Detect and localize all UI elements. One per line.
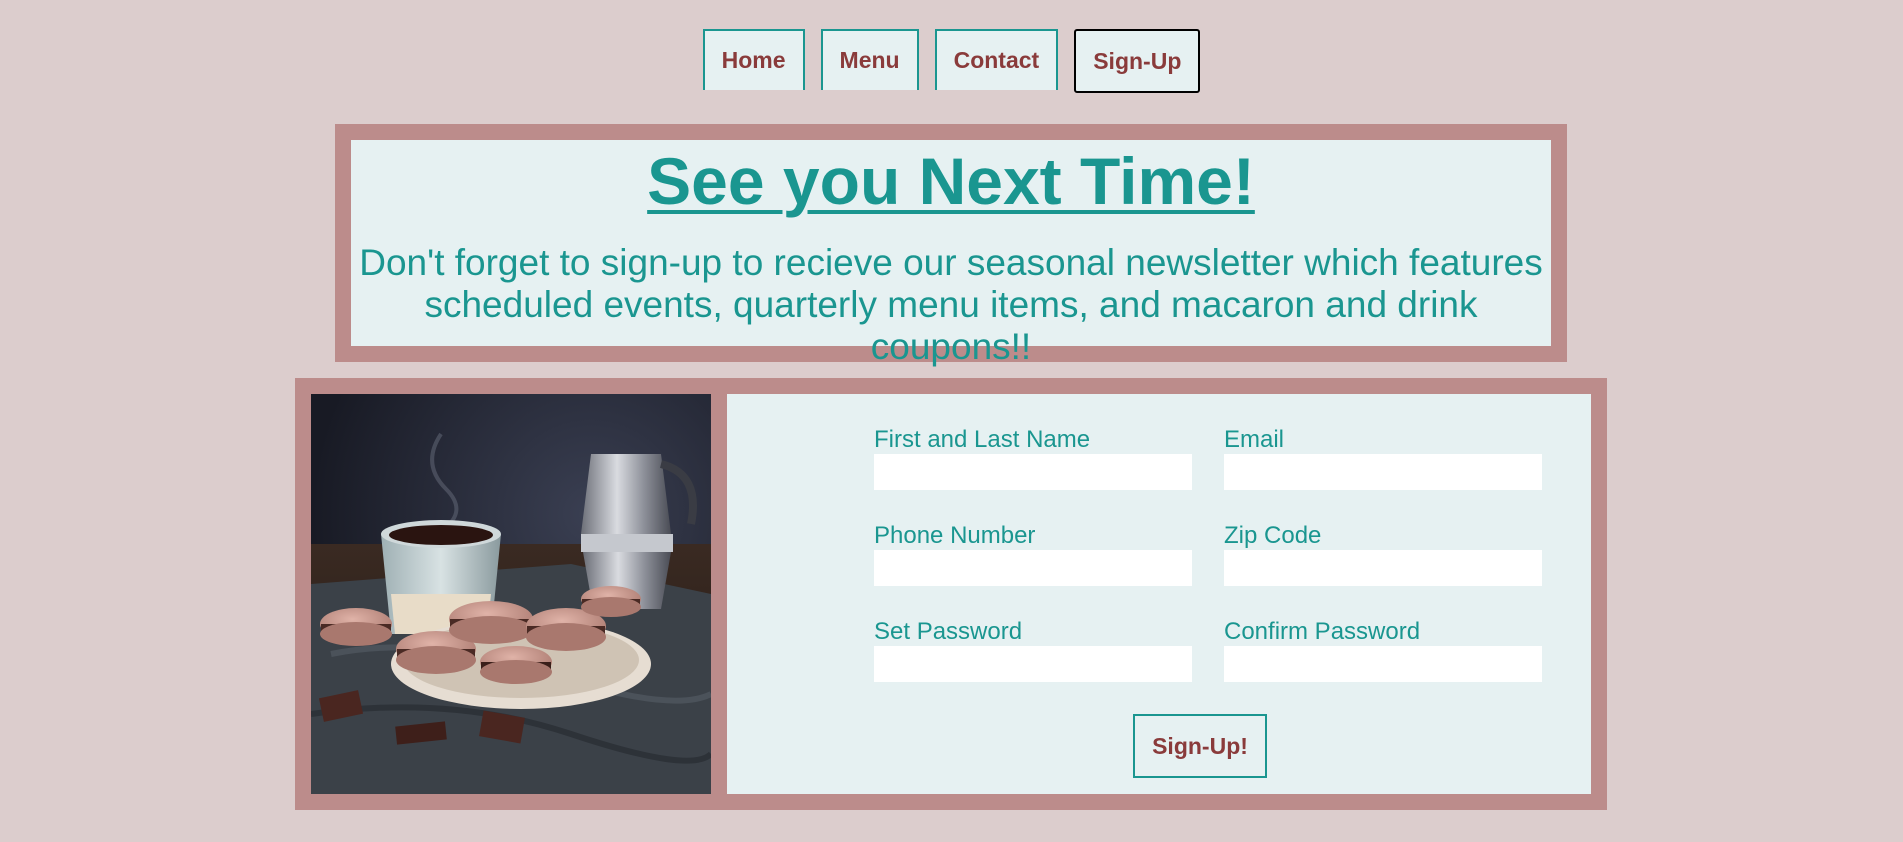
name-input[interactable] — [874, 454, 1192, 490]
password-input[interactable] — [874, 646, 1192, 682]
nav-menu-button[interactable]: Menu — [820, 29, 919, 90]
macarons-coffee-photo — [311, 394, 711, 794]
zip-input[interactable] — [1224, 550, 1542, 586]
signup-section: First and Last Name Email Phone Number Z… — [295, 378, 1607, 810]
zip-label: Zip Code — [1224, 522, 1322, 549]
newsletter-description: Don't forget to sign-up to recieve our s… — [359, 242, 1543, 367]
phone-label: Phone Number — [874, 522, 1036, 549]
nav-signup-button[interactable]: Sign-Up — [1074, 29, 1201, 93]
email-input[interactable] — [1224, 454, 1542, 490]
name-label: First and Last Name — [874, 426, 1091, 453]
page-title: See you Next Time! — [647, 144, 1255, 218]
password-field: Set Password — [874, 618, 1192, 682]
email-field: Email — [1224, 426, 1542, 490]
name-field: First and Last Name — [874, 426, 1192, 490]
confirm-password-input[interactable] — [1224, 646, 1542, 682]
phone-input[interactable] — [874, 550, 1192, 586]
confirm-password-field: Confirm Password — [1224, 618, 1542, 682]
confirm-password-label: Confirm Password — [1224, 618, 1421, 645]
hero-banner: See you Next Time! Don't forget to sign-… — [335, 124, 1567, 367]
nav-contact-button[interactable]: Contact — [934, 29, 1059, 90]
nav-home-button[interactable]: Home — [702, 29, 805, 90]
password-label: Set Password — [874, 618, 1023, 645]
macarons-illustration — [311, 394, 711, 794]
signup-submit-button[interactable]: Sign-Up! — [1133, 714, 1267, 778]
main-nav: Home Menu Contact Sign-Up — [0, 29, 1903, 93]
hero-panel: See you Next Time! Don't forget to sign-… — [351, 140, 1551, 367]
signup-form: First and Last Name Email Phone Number Z… — [727, 394, 1591, 794]
phone-field: Phone Number — [874, 522, 1192, 586]
zip-field: Zip Code — [1224, 522, 1542, 586]
email-label: Email — [1224, 426, 1285, 453]
